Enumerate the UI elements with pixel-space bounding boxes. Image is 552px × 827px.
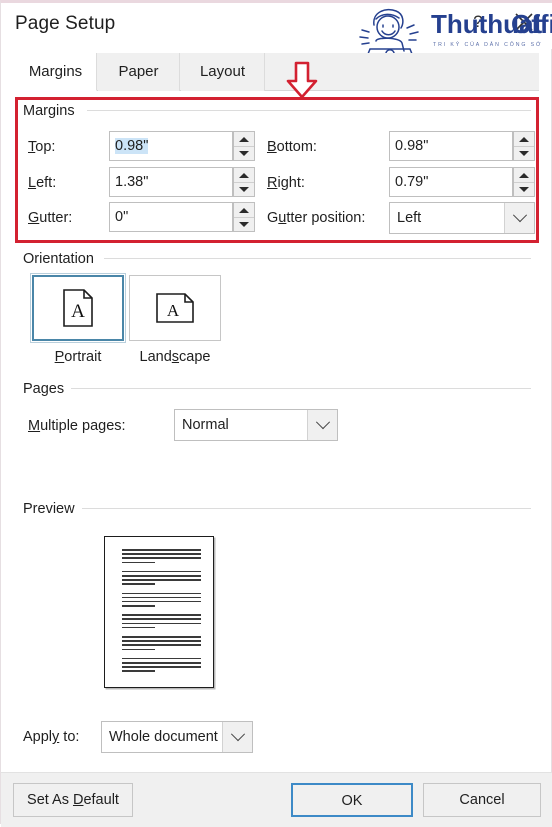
ok-button[interactable]: OK	[291, 783, 413, 817]
triangle-down-icon	[239, 221, 249, 227]
preview-paragraph-lines	[122, 549, 201, 675]
top-margin-value: 0.98"	[115, 138, 149, 154]
page-setup-dialog: Page Setup ? Thuthuat Off TRI KỶ CỦA DÂN…	[0, 0, 552, 827]
orientation-group-rule	[104, 258, 531, 259]
gutter-label: Gutter:	[28, 210, 73, 226]
close-icon[interactable]	[509, 7, 539, 37]
tab-margins[interactable]: Margins	[15, 53, 97, 91]
triangle-up-icon	[239, 207, 249, 213]
right-margin-decrement-button[interactable]	[514, 182, 534, 196]
tab-paper[interactable]: Paper	[98, 53, 180, 91]
multiple-pages-value: Normal	[182, 417, 229, 433]
margins-group-rule	[87, 110, 531, 111]
top-margin-increment-button[interactable]	[234, 132, 254, 147]
preview-group-label: Preview	[23, 501, 82, 517]
bottom-margin-decrement-button[interactable]	[514, 146, 534, 160]
multiple-pages-dropdown[interactable]: Normal	[174, 409, 338, 441]
left-margin-increment-button[interactable]	[234, 168, 254, 183]
help-button[interactable]: ?	[465, 9, 491, 35]
gutter-position-dropdown[interactable]: Left	[389, 202, 535, 234]
orientation-group-label: Orientation	[23, 251, 101, 267]
preview-group-rule	[79, 508, 531, 509]
triangle-up-icon	[519, 172, 529, 178]
chevron-down-icon[interactable]	[307, 410, 337, 440]
multiple-pages-label: Multiple pages:	[28, 418, 126, 434]
triangle-down-icon	[239, 186, 249, 192]
apply-to-label: Apply to:	[23, 729, 80, 745]
orientation-portrait-label: Portrait	[54, 349, 102, 365]
triangle-up-icon	[239, 136, 249, 142]
left-margin-input[interactable]: 1.38"	[109, 167, 233, 197]
chevron-down-icon[interactable]	[504, 203, 534, 233]
top-margin-spinner[interactable]: 0.98"	[109, 131, 255, 161]
apply-to-value: Whole document	[109, 729, 218, 745]
top-margin-spin-buttons[interactable]	[233, 131, 255, 161]
right-margin-input[interactable]: 0.79"	[389, 167, 513, 197]
right-margin-increment-button[interactable]	[514, 168, 534, 183]
right-margin-value: 0.79"	[395, 174, 429, 190]
page-landscape-icon: A	[156, 293, 194, 323]
left-margin-spinner[interactable]: 1.38"	[109, 167, 255, 197]
margins-group-label: Margins	[23, 103, 82, 119]
gutter-increment-button[interactable]	[234, 203, 254, 218]
right-margin-spin-buttons[interactable]	[513, 167, 535, 197]
bottom-margin-spinner[interactable]: 0.98"	[389, 131, 535, 161]
orientation-landscape-label: Landscape	[139, 349, 211, 365]
right-margin-spinner[interactable]: 0.79"	[389, 167, 535, 197]
dialog-title-bar: Page Setup ?	[1, 3, 552, 49]
pages-group-label: Pages	[23, 381, 72, 397]
bottom-margin-spin-buttons[interactable]	[513, 131, 535, 161]
page-preview	[104, 536, 214, 688]
dialog-footer: Set As Default OK Cancel	[1, 772, 552, 827]
tab-layout[interactable]: Layout	[181, 53, 265, 91]
top-margin-input[interactable]: 0.98"	[109, 131, 233, 161]
gutter-position-value: Left	[397, 210, 422, 226]
set-as-default-button[interactable]: Set As Default	[13, 783, 133, 817]
gutter-spin-buttons[interactable]	[233, 202, 255, 232]
gutter-position-label: Gutter position:	[267, 210, 366, 226]
tab-strip: Margins Paper Layout	[15, 53, 539, 91]
gutter-spinner[interactable]: 0"	[109, 202, 255, 232]
triangle-down-icon	[239, 150, 249, 156]
left-margin-spin-buttons[interactable]	[233, 167, 255, 197]
left-margin-value: 1.38"	[115, 174, 149, 190]
orientation-portrait-option[interactable]: A	[30, 273, 126, 343]
svg-text:A: A	[71, 301, 85, 322]
apply-to-dropdown[interactable]: Whole document	[101, 721, 253, 753]
triangle-down-icon	[519, 186, 529, 192]
pages-group-rule	[69, 388, 531, 389]
gutter-value: 0"	[115, 209, 129, 225]
bottom-margin-value: 0.98"	[395, 138, 429, 154]
chevron-down-icon[interactable]	[222, 722, 252, 752]
cancel-button[interactable]: Cancel	[423, 783, 541, 817]
svg-text:A: A	[167, 301, 180, 320]
bottom-margin-input[interactable]: 0.98"	[389, 131, 513, 161]
page-portrait-icon: A	[63, 289, 93, 327]
triangle-down-icon	[519, 150, 529, 156]
orientation-landscape-option[interactable]: A	[129, 275, 221, 341]
left-margin-decrement-button[interactable]	[234, 182, 254, 196]
left-margin-label: Left:	[28, 175, 57, 191]
bottom-margin-label: Bottom:	[267, 139, 317, 155]
right-margin-label: Right:	[267, 175, 305, 191]
triangle-up-icon	[239, 172, 249, 178]
top-margin-decrement-button[interactable]	[234, 146, 254, 160]
triangle-up-icon	[519, 136, 529, 142]
page-title: Page Setup	[15, 13, 116, 34]
bottom-margin-increment-button[interactable]	[514, 132, 534, 147]
top-margin-label: Top:	[28, 139, 56, 155]
gutter-input[interactable]: 0"	[109, 202, 233, 232]
gutter-decrement-button[interactable]	[234, 217, 254, 231]
